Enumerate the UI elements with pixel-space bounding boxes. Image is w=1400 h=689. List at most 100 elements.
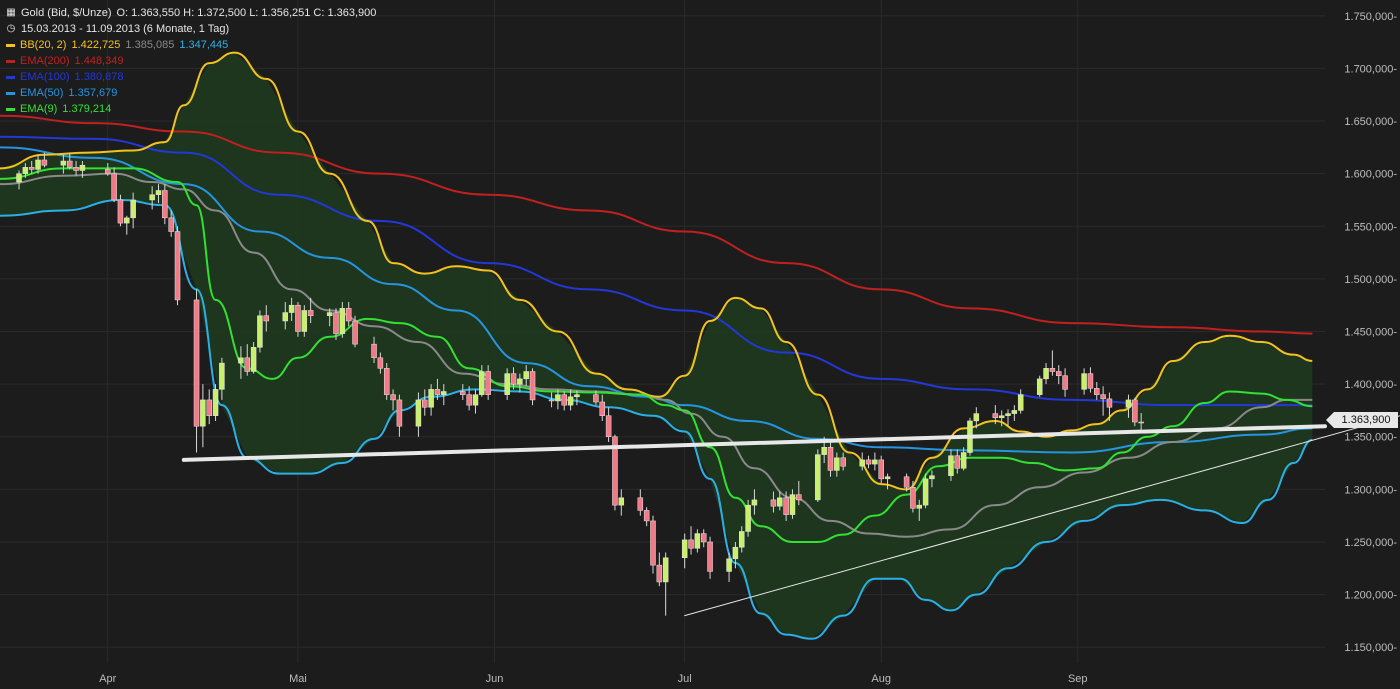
candle-body [111, 173, 117, 201]
candle-body [1011, 410, 1018, 414]
candle-body [434, 389, 441, 395]
x-tick-label: Sep [1068, 673, 1088, 685]
candle-body [479, 371, 485, 395]
candle-body [1087, 373, 1094, 389]
candle-body [345, 308, 352, 322]
candle-body [929, 475, 935, 480]
legend-item: BB(20, 2) 1.422,725 1.385,085 1.347,445 [6, 37, 376, 53]
candle-body [441, 391, 447, 395]
candle-body [301, 310, 308, 332]
candle-body [523, 371, 529, 380]
candle-body [1062, 375, 1068, 390]
x-tick-label: Jul [678, 673, 692, 685]
candle-body [770, 499, 777, 507]
candle-body [339, 308, 346, 334]
candle-body [954, 455, 961, 469]
legend-value: 1.422,725 [71, 39, 121, 51]
y-tick-label: 1.150,000- [1344, 642, 1397, 654]
candle-body [1132, 399, 1138, 423]
y-tick-label: 1.550,000- [1344, 221, 1397, 233]
x-tick-label: Apr [99, 673, 116, 685]
candle-body [1106, 398, 1113, 408]
candle-body [288, 304, 295, 313]
candle-body [200, 399, 206, 427]
legend-swatch [6, 59, 15, 63]
candle-body [593, 394, 599, 403]
y-tick-label: 1.500,000- [1344, 274, 1397, 286]
candle-body [149, 194, 155, 201]
candle-body [548, 399, 555, 402]
y-tick-label: 1.600,000- [1344, 169, 1397, 181]
legend-label: BB(20, 2) [20, 39, 67, 51]
candle-body [903, 476, 910, 488]
candle-body [162, 190, 168, 219]
candle-body [840, 457, 846, 467]
legend-label: EMA(9) [20, 103, 58, 115]
legend-value: 1.379,214 [62, 103, 112, 115]
candle-body [73, 167, 79, 171]
candle-body [859, 459, 865, 467]
legend-item: EMA(9) 1.379,214 [6, 101, 376, 117]
candle-body [599, 401, 606, 416]
legend-item: EMA(200) 1.448,349 [6, 53, 376, 69]
candle-body [105, 169, 111, 174]
candle-body [282, 312, 289, 322]
candle-body [422, 399, 428, 408]
candle-body [390, 394, 396, 401]
candle-body [1055, 371, 1062, 376]
date-range: 15.03.2013 - 11.09.2013 (6 Monate, 1 Tag… [21, 23, 230, 35]
candlestick-icon: ▦ [6, 7, 16, 18]
candle-body [193, 299, 200, 427]
candle-body [726, 558, 732, 572]
candle-body [174, 231, 181, 301]
candle-body [35, 159, 41, 170]
candle-body [79, 164, 86, 171]
candle-body [1138, 421, 1144, 424]
legend-value: 1.357,679 [68, 87, 118, 99]
candle-body [415, 399, 422, 427]
y-tick-label: 1.700,000- [1344, 63, 1397, 75]
candle-body [22, 167, 29, 174]
legend-swatch [6, 107, 15, 111]
y-tick-label: 1.450,000- [1344, 327, 1397, 339]
y-tick-label: 1.250,000- [1344, 537, 1397, 549]
candle-body [16, 173, 22, 183]
legend-item: EMA(100) 1.380,878 [6, 69, 376, 85]
candle-body [238, 357, 244, 364]
candle-body [865, 459, 872, 465]
candle-body [815, 454, 821, 501]
candle-body [922, 478, 929, 506]
candle-body [681, 539, 688, 559]
candle-body [707, 541, 713, 572]
candle-body [529, 371, 536, 401]
candle-body [618, 497, 625, 506]
legend-label: EMA(200) [20, 55, 70, 67]
candle-body [732, 546, 739, 560]
chart-legend: ▦ Gold (Bid, $/Unze) O: 1.363,550 H: 1.3… [6, 5, 376, 117]
candle-body [1043, 368, 1049, 380]
legend-value: 1.380,878 [74, 71, 124, 83]
candle-body [295, 304, 301, 332]
candle-body [41, 159, 48, 166]
legend-item: EMA(50) 1.357,679 [6, 85, 376, 101]
candle-body [155, 190, 162, 195]
legend-value: 1.385,085 [125, 39, 175, 51]
candle-body [656, 564, 663, 583]
legend-header-row: ▦ Gold (Bid, $/Unze) O: 1.363,550 H: 1.3… [6, 5, 376, 21]
candle-body [396, 399, 403, 427]
instrument-title: Gold (Bid, $/Unze) [21, 7, 112, 19]
candle-body [168, 217, 174, 232]
candle-body [567, 396, 574, 406]
candle-body [352, 320, 358, 345]
candle-body [428, 389, 434, 408]
legend-value: 1.448,349 [74, 55, 124, 67]
candle-body [504, 373, 510, 395]
candle-body [250, 347, 257, 372]
candle-body [834, 457, 840, 471]
candle-body [263, 315, 270, 322]
candle-body [117, 199, 124, 224]
candle-body [472, 394, 479, 406]
candle-body [662, 557, 669, 583]
candle-body [751, 499, 758, 506]
candle-body [1100, 394, 1106, 400]
